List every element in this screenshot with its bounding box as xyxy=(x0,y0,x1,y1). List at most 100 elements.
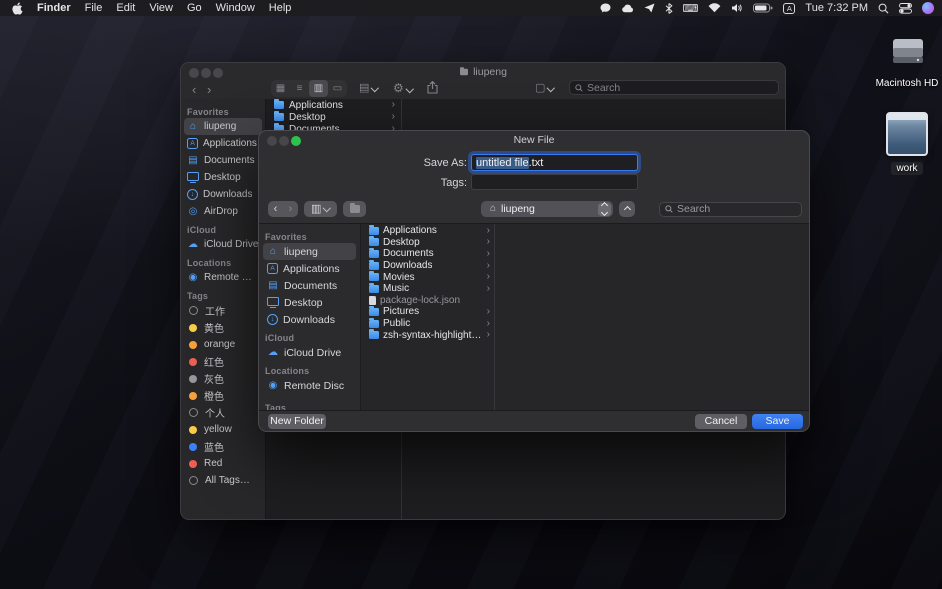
icon-view-button[interactable]: ▦ xyxy=(271,80,290,97)
applications-icon xyxy=(267,263,278,274)
tags-input[interactable] xyxy=(471,174,638,190)
sidebar-tag[interactable]: 黄色 xyxy=(184,319,262,336)
filename-input[interactable]: untitled file.txt xyxy=(471,154,638,171)
column-view-button[interactable]: ▥ xyxy=(309,80,328,97)
file-row[interactable]: Pictures› xyxy=(361,306,494,318)
bluetooth-icon[interactable] xyxy=(665,3,673,14)
downloads-icon xyxy=(267,314,278,325)
spotlight-icon[interactable] xyxy=(878,3,889,14)
battery-icon[interactable] xyxy=(753,3,773,13)
control-center-icon[interactable] xyxy=(899,3,912,14)
sidebar-tag[interactable]: 灰色 xyxy=(184,370,262,387)
sidebar-item-desktop[interactable]: Desktop xyxy=(263,294,356,311)
menu-view[interactable]: View xyxy=(149,2,173,14)
filename-selected-text: untitled file xyxy=(476,157,529,169)
sidebar-item-downloads[interactable]: Downloads xyxy=(263,311,356,328)
volume-icon[interactable] xyxy=(731,3,743,13)
documents-icon: ▤ xyxy=(267,281,279,291)
file-name: Applications xyxy=(289,100,343,111)
forward-button[interactable]: › xyxy=(283,201,298,217)
cancel-button[interactable]: Cancel xyxy=(695,414,747,429)
sidebar-item-documents[interactable]: ▤Documents xyxy=(263,277,356,294)
file-row[interactable]: Applications› xyxy=(361,225,494,237)
file-row[interactable]: Downloads› xyxy=(361,260,494,272)
send-icon[interactable] xyxy=(644,3,655,13)
list-view-button[interactable]: ≡ xyxy=(290,80,309,97)
input-source-icon[interactable]: A xyxy=(783,3,795,14)
sidebar-tag-all-tags[interactable]: All Tags… xyxy=(184,472,262,489)
new-folder-button[interactable]: New Folder xyxy=(268,414,326,429)
apple-menu[interactable] xyxy=(12,2,23,15)
chevron-right-icon: › xyxy=(392,100,395,110)
file-row[interactable]: Public› xyxy=(361,318,494,330)
sidebar-tag[interactable]: Red xyxy=(184,455,262,472)
location-popup[interactable]: ⌂ liupeng xyxy=(481,201,613,217)
work-window-thumbnail-icon xyxy=(886,112,928,156)
file-row[interactable]: Desktop› xyxy=(266,111,401,123)
save-button[interactable]: Save xyxy=(752,414,803,429)
sidebar-tag[interactable]: yellow xyxy=(184,421,262,438)
sidebar-item-icloud-drive[interactable]: ☁iCloud Drive xyxy=(184,236,262,253)
file-row[interactable]: zsh-syntax-highlighting› xyxy=(361,329,494,341)
collapse-panel-button[interactable] xyxy=(619,201,635,217)
sidebar-item-remote-disc[interactable]: ◉Remote Disc xyxy=(263,377,356,394)
forward-button[interactable]: › xyxy=(207,83,211,96)
chevron-right-icon: › xyxy=(487,319,490,329)
tag-label: 蓝色 xyxy=(204,439,224,454)
file-row[interactable]: package-lock.json xyxy=(361,295,494,307)
folder-button[interactable] xyxy=(343,201,366,217)
menu-go[interactable]: Go xyxy=(187,2,202,14)
input-source-letter: A xyxy=(783,3,795,14)
sidebar-item-downloads[interactable]: Downloads xyxy=(184,186,262,203)
file-row[interactable]: Music› xyxy=(361,283,494,295)
group-by-button[interactable]: ▤ xyxy=(359,83,378,94)
menu-file[interactable]: File xyxy=(85,2,103,14)
sidebar-item-desktop[interactable]: Desktop xyxy=(184,169,262,186)
keyboard-icon[interactable]: ⌨ xyxy=(683,2,699,15)
sidebar-item-liupeng[interactable]: ⌂liupeng xyxy=(263,243,356,260)
desktop-icon-work[interactable]: work xyxy=(872,110,942,178)
sidebar-item-applications[interactable]: Applications xyxy=(263,260,356,277)
sidebar-tag[interactable]: 蓝色 xyxy=(184,438,262,455)
back-button[interactable]: ‹ xyxy=(268,201,283,217)
sidebar-item-icloud-drive[interactable]: ☁iCloud Drive xyxy=(263,344,356,361)
file-row[interactable]: Desktop› xyxy=(361,237,494,249)
chevron-right-icon: › xyxy=(487,284,490,294)
file-row[interactable]: Applications › xyxy=(266,99,401,111)
menu-edit[interactable]: Edit xyxy=(116,2,135,14)
menu-window[interactable]: Window xyxy=(216,2,255,14)
document-icon xyxy=(369,296,376,305)
gallery-view-button[interactable]: ▭ xyxy=(328,80,347,97)
downloads-icon xyxy=(187,189,198,200)
dialog-search-field[interactable]: Search xyxy=(659,202,802,217)
siri-icon[interactable] xyxy=(922,2,934,14)
back-button[interactable]: ‹ xyxy=(192,83,196,96)
sidebar-tag[interactable]: 红色 xyxy=(184,353,262,370)
sidebar-item-liupeng[interactable]: ⌂liupeng xyxy=(184,118,262,135)
desktop-icon xyxy=(187,172,199,181)
sidebar-tag[interactable]: orange xyxy=(184,336,262,353)
sidebar-item-applications[interactable]: Applications xyxy=(184,135,262,152)
share-button[interactable] xyxy=(427,81,438,97)
sidebar-tag[interactable]: 工作 xyxy=(184,302,262,319)
action-menu-button[interactable]: ⚙ xyxy=(393,82,412,94)
finder-search-field[interactable]: Search xyxy=(569,80,779,95)
wifi-icon[interactable] xyxy=(708,3,721,13)
desktop-icon-macintosh-hd[interactable]: Macintosh HD xyxy=(872,36,942,92)
file-row[interactable]: Movies› xyxy=(361,271,494,283)
cloud-icon[interactable] xyxy=(621,4,634,13)
sidebar-item-remote-disc[interactable]: ◉Remote Disc xyxy=(184,269,262,286)
sidebar-tag[interactable]: 橙色 xyxy=(184,387,262,404)
file-row[interactable]: Documents› xyxy=(361,248,494,260)
chat-icon[interactable] xyxy=(600,3,611,13)
view-mode-dropdown[interactable]: ▥ xyxy=(304,201,337,217)
sidebar-item-documents[interactable]: ▤Documents xyxy=(184,152,262,169)
sidebar-item-airdrop[interactable]: ◎AirDrop xyxy=(184,203,262,220)
tags-menu-button[interactable]: ▢ xyxy=(535,83,554,94)
chevron-right-icon: › xyxy=(487,237,490,247)
menu-bar-clock[interactable]: Tue 7:32 PM xyxy=(805,2,868,14)
menu-help[interactable]: Help xyxy=(269,2,292,14)
sidebar-item-label: Remote Disc xyxy=(284,380,344,392)
sidebar-tag[interactable]: 个人 xyxy=(184,404,262,421)
menu-app-name[interactable]: Finder xyxy=(37,2,71,14)
